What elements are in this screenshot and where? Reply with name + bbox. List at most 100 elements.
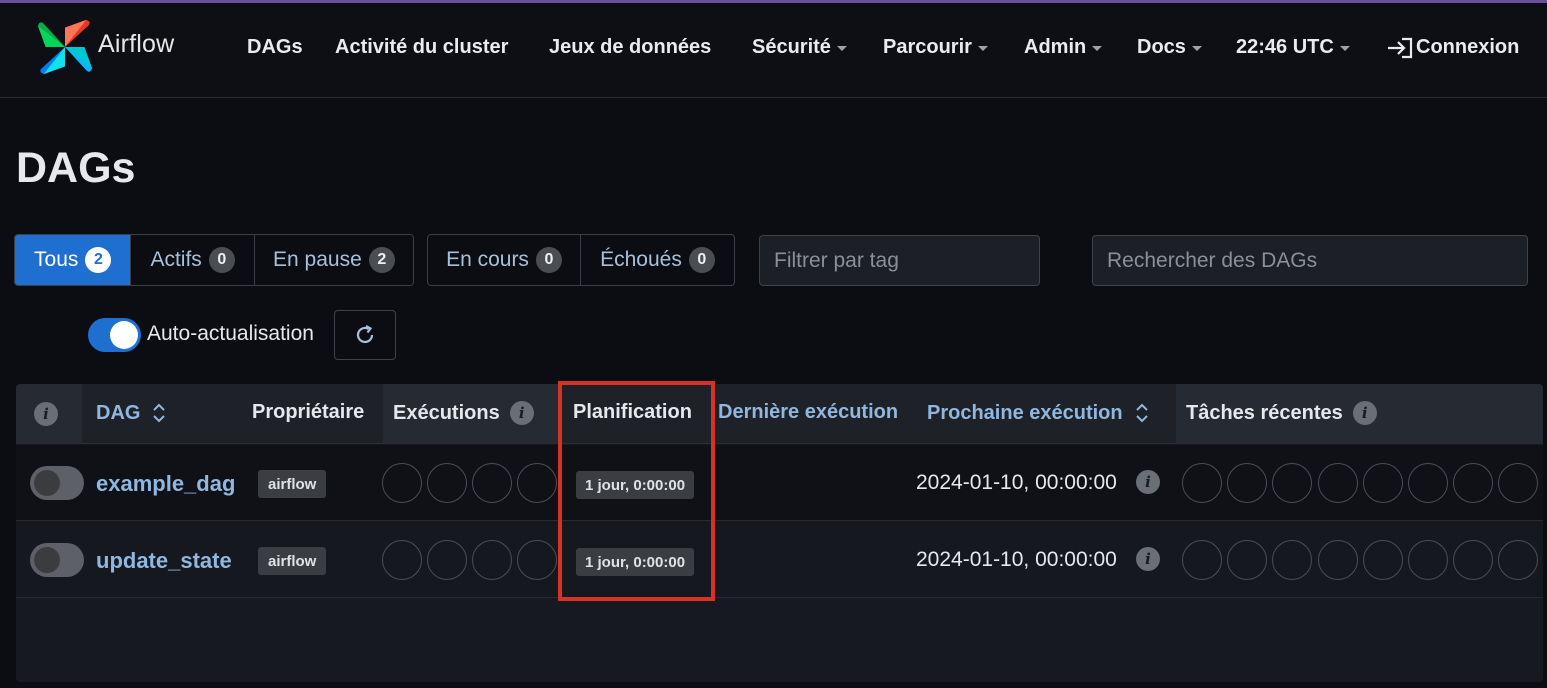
nav-cluster-activity-label: Activité du cluster	[335, 36, 509, 58]
task-status-circle[interactable]	[1227, 540, 1267, 580]
sort-icon	[1135, 403, 1148, 423]
task-status-circle[interactable]	[1318, 463, 1358, 503]
nav-admin[interactable]: Admin	[1024, 36, 1103, 59]
run-status-circle[interactable]	[382, 540, 422, 580]
task-status-circle[interactable]	[1408, 540, 1448, 580]
nav-timezone-label: 22:46 UTC	[1236, 36, 1334, 58]
header-next-run-label: Prochaine exécution	[927, 401, 1123, 424]
filter-paused-label: En pause	[273, 248, 362, 271]
tag-filter-input[interactable]: Filtrer par tag	[759, 235, 1040, 286]
run-status-circle[interactable]	[382, 463, 422, 503]
run-status-circle[interactable]	[427, 540, 467, 580]
info-icon[interactable]: i	[1136, 547, 1160, 571]
brand-name: Airflow	[98, 29, 175, 58]
task-status-circle[interactable]	[1498, 540, 1538, 580]
tag-filter-placeholder: Filtrer par tag	[774, 248, 899, 272]
sort-icon	[153, 403, 166, 423]
caret-down-icon	[836, 46, 847, 51]
refresh-button[interactable]	[334, 310, 396, 360]
task-status-circle[interactable]	[1272, 463, 1312, 503]
nav-datasets-label: Jeux de données	[549, 36, 712, 58]
dag-link[interactable]: update_state	[96, 548, 232, 574]
status-filter-group: Tous 2 Actifs 0 En pause 2	[14, 234, 414, 286]
pause-toggle[interactable]	[30, 466, 84, 500]
task-status-circle[interactable]	[1182, 540, 1222, 580]
task-status-circle[interactable]	[1227, 463, 1267, 503]
task-status-circle[interactable]	[1182, 463, 1222, 503]
refresh-icon	[356, 325, 374, 344]
task-status-circle[interactable]	[1363, 540, 1403, 580]
navbar: Airflow DAGs Activité du cluster Jeux de…	[0, 3, 1547, 98]
nav-admin-label: Admin	[1024, 36, 1087, 58]
header-next-run[interactable]: Prochaine exécution	[927, 401, 1149, 425]
filter-all-label: Tous	[34, 248, 79, 271]
caret-down-icon	[1339, 46, 1350, 51]
auto-refresh-label: Auto-actualisation	[147, 322, 314, 345]
header-recent-tasks-label: Tâches récentes	[1186, 401, 1343, 424]
nav-login[interactable]: Connexion	[1386, 36, 1519, 59]
task-status-circle[interactable]	[1363, 463, 1403, 503]
nav-dags[interactable]: DAGs	[247, 36, 303, 59]
header-schedule-label: Planification	[573, 401, 692, 423]
airflow-pinwheel-icon	[37, 19, 93, 75]
caret-down-icon	[1191, 46, 1202, 51]
nav-security-label: Sécurité	[752, 36, 831, 58]
brand-logo[interactable]: Airflow	[36, 17, 174, 77]
header-last-run[interactable]: Dernière exécution	[718, 401, 898, 424]
count-badge: 0	[208, 247, 235, 273]
task-status-circle[interactable]	[1408, 463, 1448, 503]
nav-cluster-activity[interactable]: Activité du cluster	[335, 36, 508, 59]
filter-running-label: En cours	[446, 248, 529, 271]
task-status-circle[interactable]	[1453, 540, 1493, 580]
filter-active-label: Actifs	[150, 248, 202, 271]
owner-tag[interactable]: airflow	[258, 470, 327, 498]
owner-tag[interactable]: airflow	[258, 547, 327, 575]
filter-failed-button[interactable]: Échoués 0	[581, 235, 734, 285]
filter-running-button[interactable]: En cours 0	[428, 235, 581, 285]
count-badge: 0	[535, 247, 562, 273]
header-owner-label: Propriétaire	[252, 401, 365, 423]
filter-all-button[interactable]: Tous 2	[15, 235, 132, 285]
info-icon[interactable]: i	[1136, 470, 1160, 494]
pause-toggle[interactable]	[30, 543, 84, 577]
nav-browse-label: Parcourir	[883, 36, 972, 58]
dag-link[interactable]: example_dag	[96, 471, 235, 497]
nav-login-label: Connexion	[1416, 36, 1520, 58]
filter-paused-button[interactable]: En pause 2	[255, 235, 413, 285]
nav-docs[interactable]: Docs	[1137, 36, 1202, 59]
nav-timezone[interactable]: 22:46 UTC	[1236, 36, 1350, 59]
task-status-circle[interactable]	[1498, 463, 1538, 503]
auto-refresh-toggle[interactable]	[88, 318, 141, 352]
schedule-tag: 1 jour, 0:00:00	[576, 471, 695, 499]
run-status-circle[interactable]	[472, 463, 512, 503]
page-title: DAGs	[16, 144, 136, 192]
login-icon	[1388, 37, 1413, 58]
task-status-circle[interactable]	[1453, 463, 1493, 503]
schedule-tag: 1 jour, 0:00:00	[576, 548, 695, 576]
nav-security[interactable]: Sécurité	[752, 36, 847, 59]
nav-dags-label: DAGs	[247, 36, 303, 58]
run-status-circle[interactable]	[517, 463, 557, 503]
caret-down-icon	[1092, 46, 1103, 51]
table-header: i DAG Propriétaire Exécutions i Planific…	[16, 384, 1543, 444]
info-icon[interactable]: i	[34, 402, 58, 426]
dag-search-placeholder: Rechercher des DAGs	[1107, 248, 1318, 272]
run-status-circle[interactable]	[517, 540, 557, 580]
dag-search-input[interactable]: Rechercher des DAGs	[1092, 235, 1528, 286]
info-icon[interactable]: i	[1352, 401, 1377, 425]
info-icon[interactable]: i	[509, 401, 534, 425]
nav-browse[interactable]: Parcourir	[883, 36, 988, 59]
task-status-circle[interactable]	[1272, 540, 1312, 580]
run-status-circle[interactable]	[427, 463, 467, 503]
nav-datasets[interactable]: Jeux de données	[549, 36, 711, 59]
filter-active-button[interactable]: Actifs 0	[131, 235, 255, 285]
header-dag[interactable]: DAG	[96, 401, 166, 425]
header-owner: Propriétaire	[252, 401, 364, 424]
run-status-circle[interactable]	[472, 540, 512, 580]
count-badge: 0	[688, 247, 715, 273]
table-row: update_state airflow 1 jour, 0:00:00 202…	[16, 522, 1543, 598]
dags-table: i DAG Propriétaire Exécutions i Planific…	[16, 384, 1543, 682]
next-run-value: 2024-01-10, 00:00:00	[916, 548, 1117, 571]
task-status-circle[interactable]	[1318, 540, 1358, 580]
run-state-filter-group: En cours 0 Échoués 0	[427, 234, 735, 286]
